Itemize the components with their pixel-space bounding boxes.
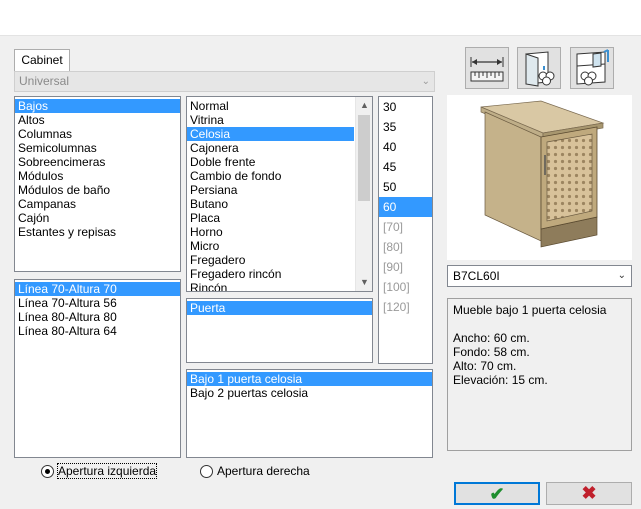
chevron-down-icon: ⌄: [421, 76, 430, 87]
cabinet-shelf-icon: [576, 49, 609, 86]
type-item[interactable]: Horno: [187, 225, 354, 239]
type-list-box[interactable]: Normal Vitrina Celosia Cajonera Doble frente…: [186, 96, 373, 292]
size-item[interactable]: [100]: [379, 277, 432, 297]
info-line: Elevación: 15 cm.: [453, 373, 548, 387]
model-item[interactable]: Bajo 2 puertas celosia: [187, 386, 432, 400]
type-item[interactable]: Cajonera: [187, 141, 354, 155]
opening-left-radio[interactable]: Apertura izquierda: [41, 463, 158, 479]
type-list-scrollbar[interactable]: ▲ ▼: [355, 97, 372, 291]
type-item[interactable]: Fregadero: [187, 253, 354, 267]
model-list[interactable]: Bajo 1 puerta celosia Bajo 2 puertas celo…: [186, 369, 433, 458]
type-item[interactable]: Butano: [187, 197, 354, 211]
title-bar: [0, 0, 641, 36]
checkmark-icon: ✔: [489, 484, 505, 504]
cancel-button[interactable]: ✖: [546, 482, 632, 505]
scroll-up-icon[interactable]: ▲: [356, 97, 372, 114]
info-line: [453, 317, 626, 331]
door-button[interactable]: [517, 47, 561, 89]
category-item[interactable]: Altos: [15, 113, 180, 127]
type-item[interactable]: Persiana: [187, 183, 354, 197]
category-item[interactable]: Módulos: [15, 169, 180, 183]
model-code-value: B7CL60I: [453, 269, 500, 283]
size-item[interactable]: 30: [379, 97, 432, 117]
line-item[interactable]: Línea 70-Altura 56: [15, 296, 180, 310]
type-item[interactable]: Placa: [187, 211, 354, 225]
model-item[interactable]: Bajo 1 puerta celosia: [187, 372, 432, 386]
size-item[interactable]: 35: [379, 117, 432, 137]
chevron-down-icon[interactable]: ⌄: [618, 266, 626, 286]
type-item[interactable]: Normal: [187, 99, 354, 113]
opening-right-label: Apertura derecha: [217, 464, 310, 478]
info-line: Ancho: 60 cm.: [453, 331, 530, 345]
info-line: Mueble bajo 1 puerta celosia: [453, 303, 607, 317]
size-item[interactable]: [70]: [379, 217, 432, 237]
category-item[interactable]: Sobreencimeras: [15, 155, 180, 169]
scroll-thumb[interactable]: [358, 115, 370, 201]
line-item[interactable]: Línea 80-Altura 64: [15, 324, 180, 338]
line-item[interactable]: Línea 70-Altura 70: [15, 282, 180, 296]
info-line: Fondo: 58 cm.: [453, 345, 530, 359]
cabinet-info-panel: Mueble bajo 1 puerta celosia Ancho: 60 cm…: [447, 298, 632, 451]
ok-button[interactable]: ✔: [454, 482, 540, 505]
category-item[interactable]: Cajón: [15, 211, 180, 225]
category-item[interactable]: Módulos de baño: [15, 183, 180, 197]
size-item[interactable]: [80]: [379, 237, 432, 257]
opening-right-radio[interactable]: Apertura derecha: [200, 463, 310, 479]
type-item[interactable]: Rincón: [187, 281, 354, 291]
scroll-down-icon[interactable]: ▼: [356, 274, 372, 291]
category-item[interactable]: Campanas: [15, 197, 180, 211]
style-select-value: Universal: [19, 74, 70, 88]
size-item[interactable]: 50: [379, 177, 432, 197]
size-item[interactable]: [120]: [379, 297, 432, 317]
radio-checked-icon[interactable]: [41, 464, 54, 478]
category-item[interactable]: Estantes y repisas: [15, 225, 180, 239]
dimension-icon: [470, 57, 504, 82]
type-item[interactable]: Micro: [187, 239, 354, 253]
opening-left-label: Apertura izquierda: [56, 463, 158, 479]
shelf-button[interactable]: [570, 47, 614, 89]
category-item[interactable]: Columnas: [15, 127, 180, 141]
tab-cabinet[interactable]: Cabinet: [14, 49, 70, 71]
style-select: Universal ⌄: [14, 71, 435, 92]
radio-unchecked-icon[interactable]: [200, 464, 213, 478]
type-item[interactable]: Celosia: [187, 127, 354, 141]
dimension-button[interactable]: [465, 47, 509, 89]
model-code-select[interactable]: B7CL60I ⌄: [447, 265, 632, 287]
line-list[interactable]: Línea 70-Altura 70 Línea 70-Altura 56 Líne…: [14, 279, 181, 458]
category-item[interactable]: Semicolumnas: [15, 141, 180, 155]
info-line: Alto: 70 cm.: [453, 359, 517, 373]
line-item[interactable]: Línea 80-Altura 80: [15, 310, 180, 324]
cabinet-preview-image: [480, 100, 605, 248]
type-item[interactable]: Doble frente: [187, 155, 354, 169]
type-item[interactable]: Cambio de fondo: [187, 169, 354, 183]
size-item[interactable]: 40: [379, 137, 432, 157]
size-item[interactable]: 45: [379, 157, 432, 177]
category-item[interactable]: Bajos: [15, 99, 180, 113]
size-item[interactable]: [90]: [379, 257, 432, 277]
category-list[interactable]: Bajos Altos Columnas Semicolumnas Sobreencim…: [14, 96, 181, 272]
size-list[interactable]: 30 35 40 45 50 60 [70] [80] [90] [100] [120]: [378, 96, 433, 364]
type-item[interactable]: Vitrina: [187, 113, 354, 127]
cross-icon: ✖: [581, 483, 597, 503]
cabinet-door-icon: [525, 51, 555, 87]
door-item[interactable]: Puerta: [187, 301, 372, 315]
cabinet-preview: [447, 95, 632, 260]
type-list[interactable]: Normal Vitrina Celosia Cajonera Doble frente…: [187, 99, 354, 291]
size-item[interactable]: 60: [379, 197, 432, 217]
door-list[interactable]: Puerta: [186, 298, 373, 363]
type-item[interactable]: Fregadero rincón: [187, 267, 354, 281]
